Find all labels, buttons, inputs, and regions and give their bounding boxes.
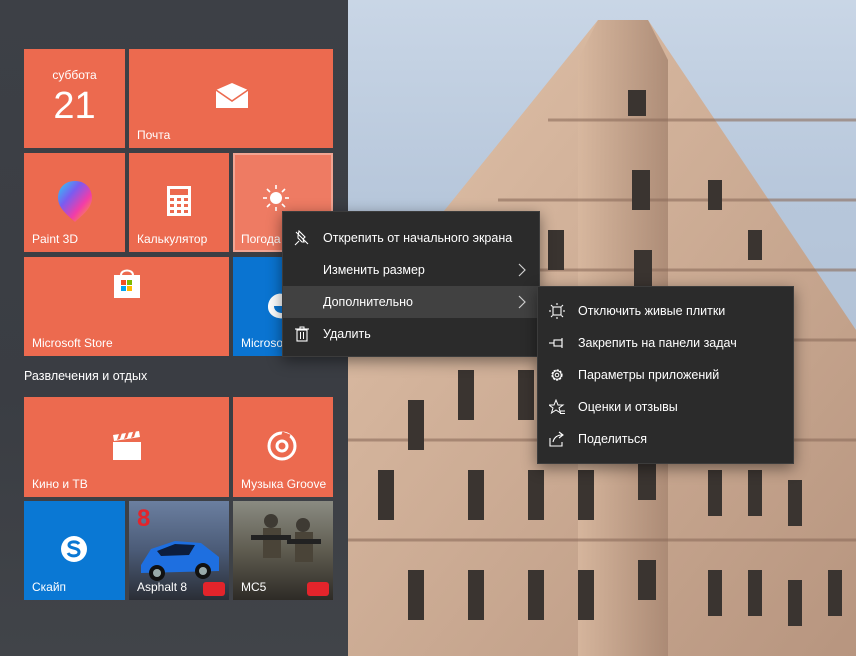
- soldiers-image: [251, 514, 321, 562]
- tile-asphalt8[interactable]: 8 Asphalt 8: [129, 501, 229, 600]
- tile-label-movies: Кино и ТВ: [32, 477, 88, 491]
- menu-item-label: Открепить от начального экрана: [323, 231, 513, 245]
- tile-paint3d[interactable]: Paint 3D: [24, 153, 125, 252]
- calculator-icon: [167, 186, 191, 216]
- submenu-item-share[interactable]: Поделиться: [538, 423, 793, 455]
- skype-icon: [61, 536, 87, 562]
- tile-label-weather: Погода: [241, 232, 281, 246]
- sun-icon: [263, 185, 289, 211]
- tile-skype[interactable]: Скайп: [24, 501, 125, 600]
- submenu-item-turn-off-live-tile[interactable]: Отключить живые плитки: [538, 295, 793, 327]
- submenu-item-label: Отключить живые плитки: [578, 304, 726, 318]
- tile-label-asphalt8: Asphalt 8: [137, 580, 188, 594]
- tile-mc5[interactable]: MC5: [233, 501, 333, 600]
- gear-icon: [551, 369, 563, 381]
- tile-label-skype: Скайп: [32, 580, 67, 594]
- groove-disc-icon: [267, 431, 297, 461]
- calendar-day-number: 21: [53, 85, 96, 127]
- clapperboard-icon: [113, 431, 141, 460]
- menu-item-label: Удалить: [323, 327, 371, 341]
- mail-icon: [215, 83, 249, 108]
- tile-label-store: Microsoft Store: [32, 336, 113, 350]
- share-icon: [549, 431, 564, 447]
- tile-label-mc5: MC5: [241, 580, 267, 594]
- chevron-right-icon: [518, 263, 526, 277]
- submenu-item-label: Закрепить на панели задач: [578, 336, 737, 350]
- tile-music[interactable]: Музыка Groove: [233, 397, 333, 497]
- live-tile-off-icon: [549, 303, 565, 319]
- trash-icon: [295, 326, 309, 342]
- store-bag-icon: [114, 269, 140, 298]
- tile-context-menu: Открепить от начального экрана Изменить …: [282, 211, 540, 357]
- menu-item-uninstall[interactable]: Удалить: [283, 318, 539, 350]
- submenu-item-pin-taskbar[interactable]: Закрепить на панели задач: [538, 327, 793, 359]
- calendar-day-name: суббота: [52, 68, 97, 82]
- submenu-item-label: Параметры приложений: [578, 368, 720, 382]
- gameloft-logo: [307, 582, 329, 596]
- tile-label-mail: Почта: [137, 128, 171, 142]
- tile-calculator[interactable]: Калькулятор: [129, 153, 229, 252]
- tile-label-music: Музыка Groove: [241, 477, 327, 491]
- tile-label-paint3d: Paint 3D: [32, 232, 79, 246]
- more-submenu: Отключить живые плитки Закрепить на пане…: [537, 286, 794, 464]
- menu-item-label: Изменить размер: [323, 263, 425, 277]
- menu-item-label: Дополнительно: [323, 295, 413, 309]
- submenu-item-label: Оценки и отзывы: [578, 400, 678, 414]
- submenu-item-rate-review[interactable]: Оценки и отзывы: [538, 391, 793, 423]
- tile-movies[interactable]: Кино и ТВ: [24, 397, 229, 497]
- pin-taskbar-icon: [549, 338, 563, 348]
- gameloft-logo: [203, 582, 225, 596]
- menu-item-more[interactable]: Дополнительно: [283, 286, 539, 318]
- group-title-entertainment[interactable]: Развлечения и отдых: [24, 369, 147, 383]
- star-review-icon: [549, 399, 565, 415]
- race-car-image: [141, 541, 219, 581]
- tile-mail[interactable]: Почта: [129, 49, 333, 148]
- tile-store[interactable]: Microsoft Store: [24, 257, 229, 356]
- tile-calendar[interactable]: суббота 21: [24, 49, 125, 148]
- submenu-item-label: Поделиться: [578, 432, 648, 446]
- paint3d-icon: [58, 181, 92, 222]
- submenu-item-app-settings[interactable]: Параметры приложений: [538, 359, 793, 391]
- chevron-right-icon: [518, 295, 526, 309]
- menu-item-unpin[interactable]: Открепить от начального экрана: [283, 222, 539, 254]
- menu-item-resize[interactable]: Изменить размер: [283, 254, 539, 286]
- tile-label-calculator: Калькулятор: [137, 232, 208, 246]
- unpin-icon: [294, 230, 309, 246]
